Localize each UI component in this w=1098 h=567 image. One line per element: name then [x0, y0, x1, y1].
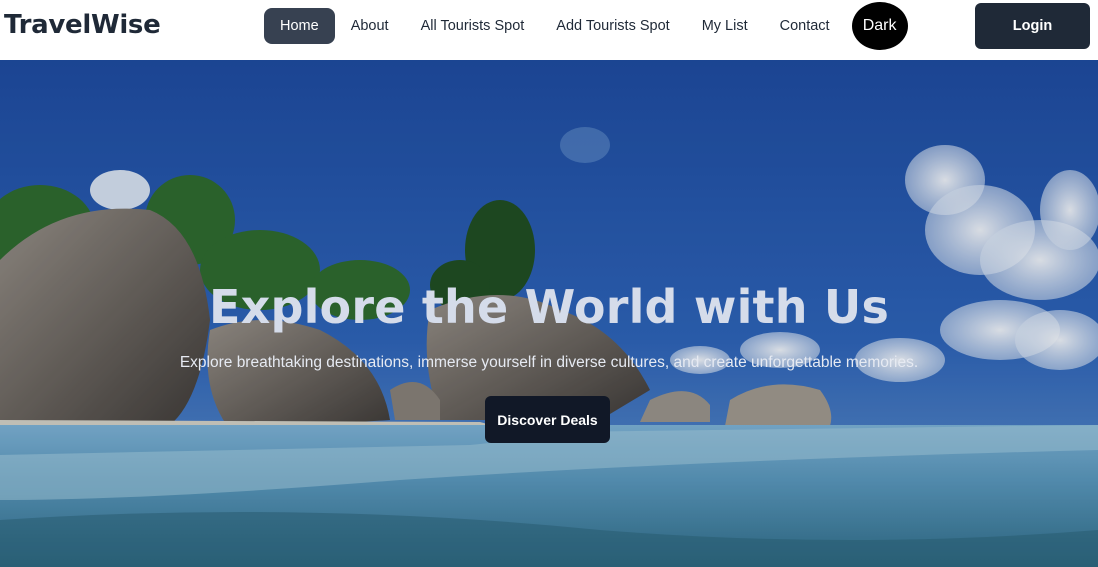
theme-toggle-button[interactable]: Dark [851, 2, 908, 50]
nav-all-tourists-spot[interactable]: All Tourists Spot [405, 8, 541, 44]
nav-home[interactable]: Home [264, 8, 335, 44]
hero-subtitle: Explore breathtaking destinations, immer… [179, 354, 919, 371]
navbar: TravelWise Home About All Tourists Spot … [0, 0, 1098, 60]
hero-title: Explore the World with Us [208, 280, 890, 334]
login-button[interactable]: Login [975, 3, 1090, 49]
nav-about[interactable]: About [335, 8, 405, 44]
nav-links: Home About All Tourists Spot Add Tourist… [264, 2, 908, 50]
hero-section: Explore the World with Us Explore breath… [0, 60, 1098, 567]
nav-add-tourists-spot[interactable]: Add Tourists Spot [540, 8, 685, 44]
brand-logo[interactable]: TravelWise [4, 10, 161, 40]
discover-deals-button[interactable]: Discover Deals [485, 396, 610, 443]
nav-my-list[interactable]: My List [686, 8, 764, 44]
nav-contact[interactable]: Contact [764, 8, 846, 44]
